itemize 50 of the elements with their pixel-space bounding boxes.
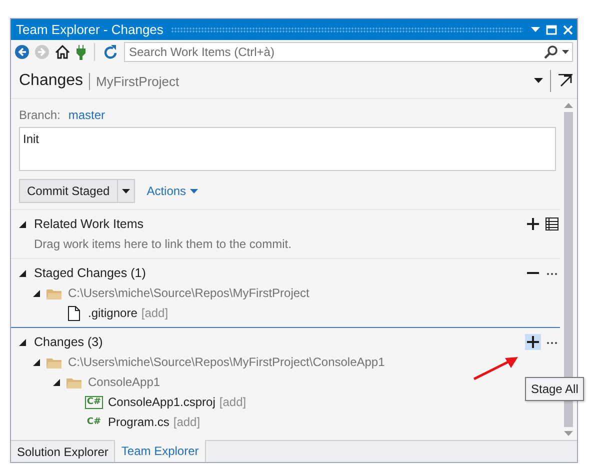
folder-icon bbox=[66, 376, 82, 388]
folder-icon bbox=[46, 356, 62, 368]
folder-icon bbox=[46, 286, 62, 300]
expanded-triangle-icon[interactable] bbox=[19, 338, 26, 346]
dropdown-caret-icon[interactable] bbox=[562, 50, 569, 54]
plug-icon[interactable] bbox=[76, 44, 86, 60]
search-field[interactable]: Search Work Items (Ctrl+à) bbox=[124, 42, 573, 62]
scroll-up-icon[interactable] bbox=[564, 103, 573, 108]
back-icon[interactable] bbox=[15, 45, 29, 59]
caret-icon[interactable] bbox=[122, 188, 130, 194]
csharp-project-icon: C# bbox=[84, 396, 104, 408]
home-icon[interactable] bbox=[55, 45, 70, 59]
folder-path[interactable]: C:\Users\miche\Source\Repos\MyFirstProject\ConsoleApp1 bbox=[68, 355, 385, 369]
document-icon bbox=[68, 306, 80, 320]
undock-icon[interactable] bbox=[558, 74, 573, 88]
csharp-file-icon: C# bbox=[86, 417, 102, 427]
branch-link[interactable]: master bbox=[68, 108, 106, 122]
section-description: Drag work items here to link them to the commit. bbox=[33, 236, 292, 253]
expanded-triangle-icon[interactable] bbox=[19, 270, 26, 276]
commit-message-field[interactable]: Init bbox=[19, 127, 556, 171]
section-title[interactable]: Changes (3) bbox=[34, 335, 517, 349]
section-title[interactable]: Staged Changes (1) bbox=[34, 266, 517, 280]
scroll-down-icon[interactable] bbox=[564, 431, 573, 436]
refresh-icon[interactable] bbox=[103, 44, 118, 60]
dropdown-caret-icon[interactable] bbox=[534, 78, 543, 84]
panel-tab[interactable]: Team Explorer bbox=[115, 440, 206, 462]
close-icon[interactable] bbox=[563, 24, 573, 34]
expanded-triangle-icon[interactable] bbox=[33, 290, 40, 296]
search-icon[interactable] bbox=[544, 45, 558, 59]
file-status: [add] bbox=[173, 415, 200, 429]
tooltip: Stage All bbox=[525, 377, 584, 401]
maximize-icon[interactable] bbox=[546, 24, 557, 34]
project-name: MyFirstProject bbox=[96, 74, 180, 88]
file-status: [add] bbox=[141, 306, 168, 320]
file-status: [add] bbox=[219, 395, 246, 409]
file-name[interactable]: ConsoleApp1.csproj bbox=[108, 395, 216, 409]
file-name[interactable]: .gitignore bbox=[88, 306, 138, 320]
actions-link[interactable]: Actions bbox=[146, 184, 198, 198]
folder-path[interactable]: ConsoleApp1 bbox=[88, 375, 160, 389]
file-name[interactable]: Program.cs bbox=[108, 415, 170, 429]
expanded-triangle-icon[interactable] bbox=[33, 358, 40, 366]
dropdown-icon[interactable] bbox=[531, 26, 540, 32]
folder-path[interactable]: C:\Users\miche\Source\Repos\MyFirstProject bbox=[68, 286, 310, 300]
annotation-arrow bbox=[472, 355, 520, 381]
page-title: Changes bbox=[19, 72, 84, 90]
section-title[interactable]: Related Work Items bbox=[34, 217, 517, 231]
branch-label: Branch: bbox=[19, 108, 60, 122]
expanded-triangle-icon[interactable] bbox=[19, 220, 26, 228]
expanded-triangle-icon[interactable] bbox=[53, 378, 60, 386]
window-title: Team Explorer - Changes bbox=[16, 22, 164, 37]
